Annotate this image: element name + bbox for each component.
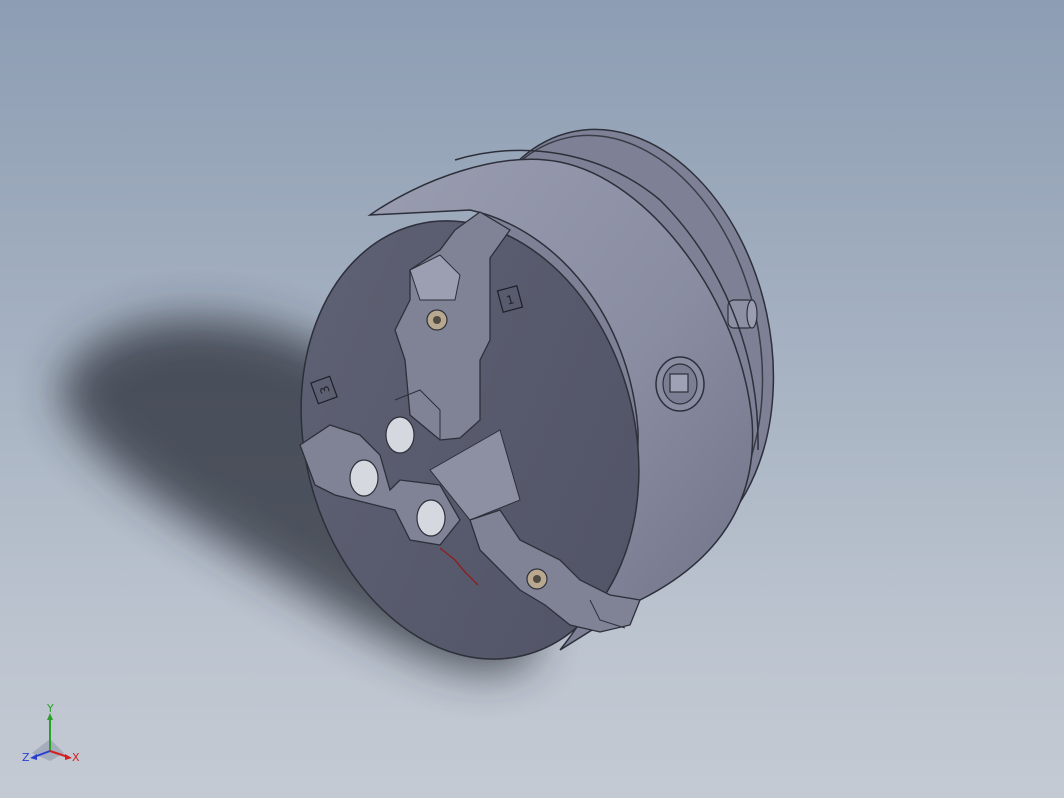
spindle-stub: [727, 299, 758, 329]
triad-y-label: Y: [46, 703, 54, 715]
chuck-model-view[interactable]: 1 3: [0, 0, 1064, 798]
graphics-viewport[interactable]: 1 3 Y X Z: [0, 0, 1064, 798]
chuck-key-socket[interactable]: [655, 356, 705, 412]
triad-z-label: Z: [22, 751, 30, 764]
triad-x-label: X: [72, 751, 80, 764]
coordinate-triad-icon: Y X Z: [22, 703, 80, 764]
